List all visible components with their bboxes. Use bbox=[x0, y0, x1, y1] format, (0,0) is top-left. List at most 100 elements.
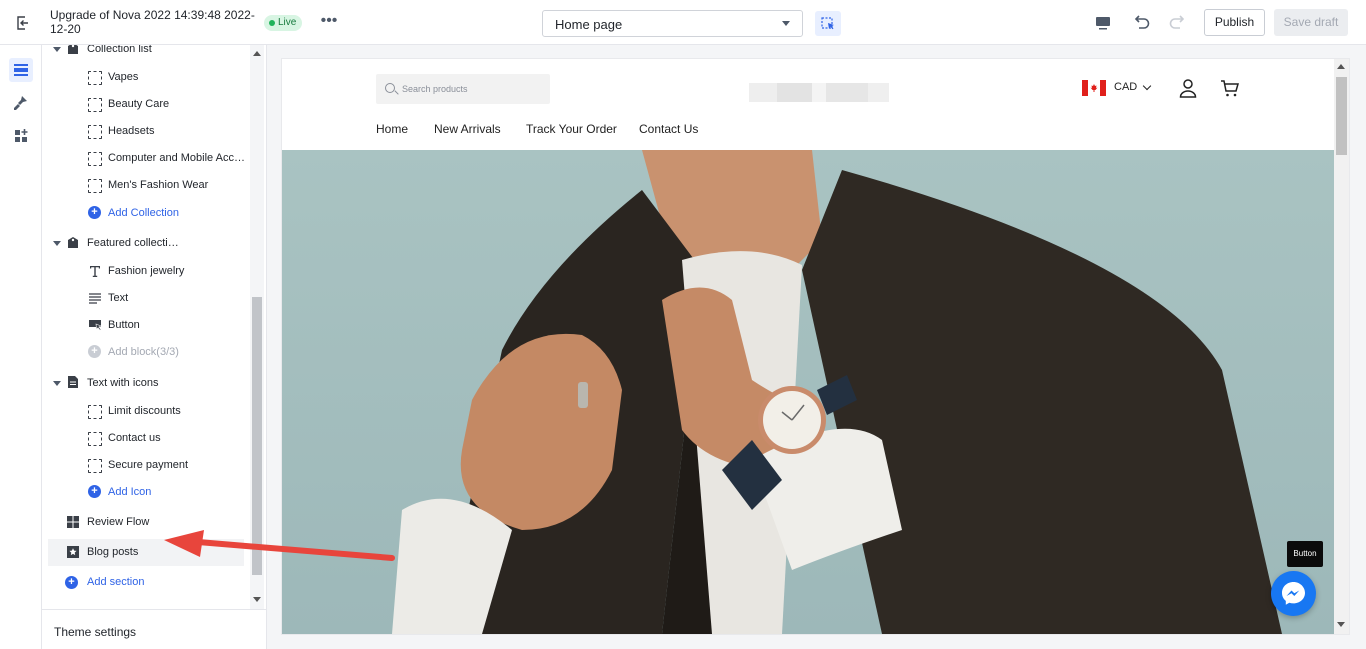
inspect-element-button[interactable] bbox=[815, 11, 841, 36]
store-logo[interactable] bbox=[749, 83, 889, 102]
block-label: Men's Fashion Wear bbox=[108, 179, 209, 191]
plus-circle-icon: + bbox=[65, 576, 78, 589]
add-label: Add Collection bbox=[108, 207, 179, 219]
block-item[interactable]: Beauty Care bbox=[42, 91, 250, 118]
block-item[interactable]: Limit discounts bbox=[42, 398, 250, 425]
scroll-down-arrow-icon[interactable] bbox=[253, 597, 261, 602]
block-label: Button bbox=[108, 319, 140, 331]
store-header: Search products CAD Home New Arrivals Tr… bbox=[282, 59, 1334, 150]
add-icon-button[interactable]: + Add Icon bbox=[42, 479, 250, 506]
store-preview: Search products CAD Home New Arrivals Tr… bbox=[282, 59, 1349, 634]
block-item[interactable]: Text bbox=[42, 285, 250, 312]
editor-toolbar: Upgrade of Nova 2022 14:39:48 2022-12-20… bbox=[0, 0, 1366, 45]
scrollbar-thumb[interactable] bbox=[1336, 77, 1347, 155]
add-label: Add Icon bbox=[108, 486, 152, 498]
block-label: Contact us bbox=[108, 432, 161, 444]
block-item[interactable]: Button bbox=[42, 312, 250, 339]
block-label: Vapes bbox=[108, 71, 139, 83]
star-badge-icon bbox=[67, 546, 79, 558]
page-selector[interactable]: Home page bbox=[542, 10, 803, 37]
nav-link-contact-us[interactable]: Contact Us bbox=[639, 122, 698, 136]
search-placeholder: Search products bbox=[402, 84, 468, 94]
caret-down-icon[interactable] bbox=[53, 47, 61, 52]
button-tooltip: Button bbox=[1287, 541, 1323, 567]
messenger-icon bbox=[1282, 582, 1305, 605]
block-label: Beauty Care bbox=[108, 98, 170, 110]
scroll-up-arrow-icon[interactable] bbox=[253, 51, 261, 56]
theme-brush-icon bbox=[14, 96, 27, 110]
apps-icon bbox=[15, 129, 28, 142]
section-label: Collection list bbox=[87, 45, 152, 55]
theme-style-tab[interactable] bbox=[9, 91, 33, 115]
redo-icon[interactable] bbox=[1168, 12, 1188, 32]
block-bracket-icon bbox=[88, 125, 102, 139]
plus-circle-icon: + bbox=[88, 485, 101, 498]
add-section-button[interactable]: + Add section bbox=[42, 569, 250, 596]
nav-link-new-arrivals[interactable]: New Arrivals bbox=[434, 122, 501, 136]
preview-scrollbar[interactable] bbox=[1334, 59, 1349, 634]
messenger-chat-button[interactable] bbox=[1271, 571, 1316, 616]
desktop-preview-icon[interactable] bbox=[1093, 13, 1113, 33]
annotation-arrow bbox=[164, 530, 395, 561]
collection-tag-icon bbox=[68, 45, 78, 54]
more-options-button[interactable]: ••• bbox=[320, 11, 338, 31]
search-icon bbox=[385, 83, 395, 93]
theme-settings-label: Theme settings bbox=[54, 625, 137, 639]
section-label: Featured collection bbox=[87, 237, 179, 249]
block-label: Text bbox=[108, 292, 129, 304]
section-tree: Collection list Vapes Beauty Care Headse… bbox=[42, 45, 250, 610]
sections-tab[interactable] bbox=[9, 58, 33, 82]
block-bracket-icon bbox=[88, 71, 102, 85]
apps-tab[interactable] bbox=[9, 124, 33, 148]
block-label: Secure payment bbox=[108, 459, 189, 471]
add-section-label: Add section bbox=[87, 576, 145, 588]
caret-down-icon[interactable] bbox=[53, 381, 61, 386]
section-label: Review Flow bbox=[87, 516, 150, 528]
undo-icon[interactable] bbox=[1131, 12, 1151, 32]
block-item[interactable]: Computer and Mobile Accessories bbox=[42, 145, 250, 172]
section-collection-list[interactable]: Collection list bbox=[42, 45, 250, 63]
editor-rail bbox=[0, 45, 42, 649]
caret-down-icon[interactable] bbox=[53, 241, 61, 246]
block-bracket-icon bbox=[88, 152, 102, 166]
block-item[interactable]: Men's Fashion Wear bbox=[42, 172, 250, 199]
theme-title: Upgrade of Nova 2022 14:39:48 2022-12-20 bbox=[50, 8, 255, 36]
chevron-down-icon bbox=[1142, 81, 1152, 91]
store-search-input[interactable]: Search products bbox=[376, 74, 550, 104]
scroll-down-arrow-icon[interactable] bbox=[1337, 622, 1345, 627]
save-draft-button[interactable]: Save draft bbox=[1274, 9, 1348, 36]
theme-settings-button[interactable]: Theme settings bbox=[42, 609, 266, 649]
chevron-down-icon bbox=[782, 21, 790, 26]
select-cursor-icon bbox=[821, 17, 834, 30]
section-featured-collection[interactable]: Featured collection bbox=[42, 230, 250, 257]
block-item[interactable]: Vapes bbox=[42, 64, 250, 91]
paragraph-lines-icon bbox=[89, 293, 101, 304]
account-icon[interactable] bbox=[1178, 78, 1198, 98]
nav-link-track-order[interactable]: Track Your Order bbox=[526, 122, 617, 136]
section-text-with-icons[interactable]: Text with icons bbox=[42, 370, 250, 397]
document-icon bbox=[68, 376, 78, 388]
cart-icon[interactable] bbox=[1220, 78, 1240, 98]
sidebar-scrollbar[interactable] bbox=[250, 45, 264, 610]
block-label: Fashion jewelry bbox=[108, 265, 185, 277]
block-item[interactable]: Contact us bbox=[42, 425, 250, 452]
exit-icon[interactable] bbox=[14, 14, 32, 32]
plus-circle-icon: + bbox=[88, 206, 101, 219]
page-selector-value: Home page bbox=[555, 17, 623, 32]
scroll-up-arrow-icon[interactable] bbox=[1337, 64, 1345, 69]
currency-selector[interactable]: CAD bbox=[1114, 81, 1137, 93]
button-cursor-icon bbox=[89, 320, 102, 331]
grid-icon bbox=[67, 516, 79, 528]
add-collection-button[interactable]: + Add Collection bbox=[42, 200, 250, 227]
block-item[interactable]: Secure payment bbox=[42, 452, 250, 479]
plus-circle-icon: + bbox=[88, 345, 101, 358]
nav-link-home[interactable]: Home bbox=[376, 122, 408, 136]
block-bracket-icon bbox=[88, 459, 102, 473]
publish-button[interactable]: Publish bbox=[1204, 9, 1265, 36]
hero-banner-image[interactable] bbox=[282, 150, 1334, 634]
hero-photo bbox=[282, 150, 1334, 634]
add-block-button[interactable]: + Add block(3/3) bbox=[42, 339, 250, 366]
block-label: Computer and Mobile Accessories bbox=[108, 152, 246, 164]
block-item[interactable]: Headsets bbox=[42, 118, 250, 145]
block-item[interactable]: Fashion jewelry bbox=[42, 258, 250, 285]
